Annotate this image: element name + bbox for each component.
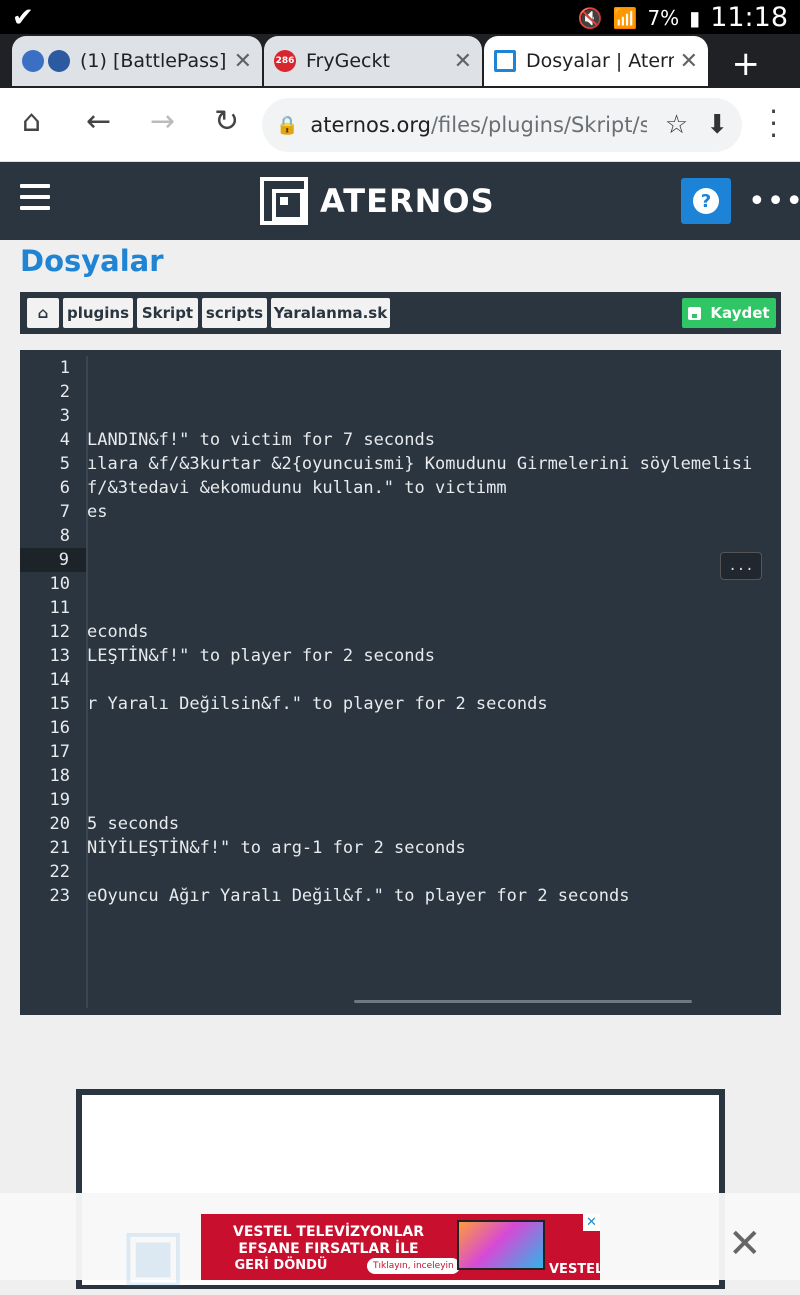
save-disk-icon: [688, 306, 702, 320]
save-button[interactable]: Kaydet: [682, 298, 776, 328]
tab-title: FryGeckt: [306, 50, 390, 72]
tab-frygeckt[interactable]: 286 FryGeckt ✕: [264, 36, 482, 86]
site-header: ATERNOS ? •••: [0, 162, 800, 240]
line-number: 3: [59, 406, 70, 426]
close-tab-icon[interactable]: ✕: [234, 49, 252, 74]
ad-line2: EFSANE FIRSATLAR İLE: [238, 1241, 419, 1257]
bookmark-star-icon[interactable]: ☆: [665, 110, 688, 140]
help-button[interactable]: ?: [681, 178, 731, 224]
line-number: 1: [59, 358, 70, 378]
code-line[interactable]: 5 seconds: [87, 812, 179, 836]
breadcrumb-item[interactable]: Skript: [137, 298, 198, 328]
aternos-favicon-icon: [494, 50, 516, 72]
tab-title: (1) [BattlePass] P: [80, 50, 228, 72]
tab-battlepass[interactable]: (1) [BattlePass] P ✕: [12, 36, 262, 86]
home-crumb-icon[interactable]: ⌂: [27, 298, 59, 328]
brand-name: ATERNOS: [320, 182, 495, 220]
line-number: 15: [49, 694, 70, 714]
code-line[interactable]: econds: [87, 620, 148, 644]
ad-line1: VESTEL TELEVİZYONLAR: [233, 1224, 424, 1240]
address-bar[interactable]: 🔒 aternos.org/files/plugins/Skript/s ☆ ⬇: [262, 98, 742, 152]
wifi-icon: 📶: [612, 5, 638, 30]
mute-icon: 🔇: [577, 5, 603, 30]
line-number: 8: [59, 526, 70, 546]
battery-percent: 7%: [647, 5, 680, 30]
ad-brand: VESTEL: [549, 1262, 600, 1277]
bottom-ad-bar: ▣ VESTEL TELEVİZYONLAR EFSANE FIRSATLAR …: [0, 1193, 800, 1295]
code-line[interactable]: f/&3tedavi &ekomudunu kullan." to victim…: [87, 476, 507, 500]
breadcrumb: ⌂ plugins Skript scripts Yaralanma.sk Ka…: [20, 292, 781, 334]
site-favicon-icon: [22, 50, 44, 72]
close-tab-icon[interactable]: ✕: [454, 49, 472, 74]
code-line[interactable]: r Yaralı Değilsin&f." to player for 2 se…: [87, 692, 548, 716]
line-number: 18: [49, 766, 70, 786]
line-number: 16: [49, 718, 70, 738]
code-editor[interactable]: 1 2 3 4 5 6 7 8 9 10 11 12 13 14 15 16 17 18 19 20 21 22 23 LA…: [20, 350, 781, 1015]
lock-icon: 🔒: [276, 114, 299, 136]
ad-cta[interactable]: Tıklayın, inceleyin: [367, 1258, 460, 1274]
line-number: 10: [49, 574, 70, 594]
code-line[interactable]: LANDIN&f!" to victim for 7 seconds: [87, 428, 435, 452]
line-number: 2: [59, 382, 70, 402]
line-number: 9: [20, 548, 87, 572]
line-number: 20: [49, 814, 70, 834]
line-number: 6: [59, 478, 70, 498]
code-line[interactable]: es: [87, 500, 107, 524]
tab-dosyalar[interactable]: Dosyalar | Atern ✕: [484, 36, 708, 86]
line-number: 13: [49, 646, 70, 666]
save-label: Kaydet: [710, 304, 770, 322]
vestel-ad-banner[interactable]: VESTEL TELEVİZYONLAR EFSANE FIRSATLAR İL…: [201, 1214, 600, 1280]
breadcrumb-item[interactable]: scripts: [202, 298, 267, 328]
battery-icon: ▮: [689, 5, 701, 30]
line-number: 14: [49, 670, 70, 690]
ad-line3: GERİ DÖNDÜ: [234, 1258, 328, 1273]
code-line[interactable]: NİYİLEŞTİN&f!" to arg-1 for 2 seconds: [87, 836, 466, 860]
fold-widget[interactable]: ...: [720, 552, 762, 580]
hamburger-menu-icon[interactable]: [20, 184, 50, 210]
breadcrumb-item[interactable]: Yaralanma.sk: [271, 298, 390, 328]
code-line[interactable]: ılara &f/&3kurtar &2{oyuncuismi} Komudun…: [87, 452, 752, 476]
clock: 11:18: [710, 2, 788, 33]
url-text[interactable]: aternos.org/files/plugins/Skript/s: [310, 113, 646, 137]
horizontal-scrollbar[interactable]: [354, 1000, 692, 1003]
line-number: 19: [49, 790, 70, 810]
help-icon: ?: [693, 188, 719, 214]
forward-icon[interactable]: →: [150, 104, 175, 139]
line-number: 22: [49, 862, 70, 882]
aternos-logo-icon: [260, 177, 308, 225]
close-tab-icon[interactable]: ✕: [680, 49, 698, 74]
reload-icon[interactable]: ↻: [214, 104, 239, 139]
close-ad-icon[interactable]: ✕: [728, 1224, 762, 1264]
browser-menu-icon[interactable]: · · ·: [769, 98, 778, 150]
youtube-favicon-icon: 286: [274, 50, 296, 72]
back-icon[interactable]: ←: [86, 104, 111, 139]
line-number: 5: [59, 454, 70, 474]
line-number: 7: [59, 502, 70, 522]
new-tab-icon[interactable]: +: [732, 44, 761, 84]
ad-info-icon[interactable]: ✕: [583, 1214, 600, 1231]
tab-strip: (1) [BattlePass] P ✕ 286 FryGeckt ✕ Dosy…: [0, 34, 800, 88]
home-icon[interactable]: ⌂: [22, 104, 41, 139]
browser-toolbar: ⌂ ← → ↻ 🔒 aternos.org/files/plugins/Skri…: [0, 88, 800, 162]
tv-image: [457, 1220, 545, 1270]
line-number: 11: [49, 598, 70, 618]
line-number: 12: [49, 622, 70, 642]
download-icon[interactable]: ⬇: [706, 110, 728, 140]
status-bar: ✔ 🔇 📶 7% ▮ 11:18: [0, 0, 800, 34]
line-number: 23: [49, 886, 70, 906]
more-options-icon[interactable]: •••: [748, 184, 800, 219]
tab-title: Dosyalar | Atern: [526, 50, 674, 72]
line-number: 21: [49, 838, 70, 858]
code-line[interactable]: LEŞTİN&f!" to player for 2 seconds: [87, 644, 435, 668]
line-number: 17: [49, 742, 70, 762]
code-line[interactable]: eOyuncu Ağır Yaralı Değil&f." to player …: [87, 884, 629, 908]
breadcrumb-item[interactable]: plugins: [63, 298, 133, 328]
site-favicon-icon: [48, 50, 70, 72]
download-complete-icon: ✔: [12, 3, 34, 33]
aternos-logo[interactable]: ATERNOS: [260, 177, 495, 225]
line-number: 4: [59, 430, 70, 450]
code-area[interactable]: LANDIN&f!" to victim for 7 seconds ılara …: [87, 350, 781, 1015]
page-title: Dosyalar: [20, 244, 164, 278]
line-number-gutter: 1 2 3 4 5 6 7 8 9 10 11 12 13 14 15 16 17 18 19 20 21 22 23: [20, 350, 87, 1015]
